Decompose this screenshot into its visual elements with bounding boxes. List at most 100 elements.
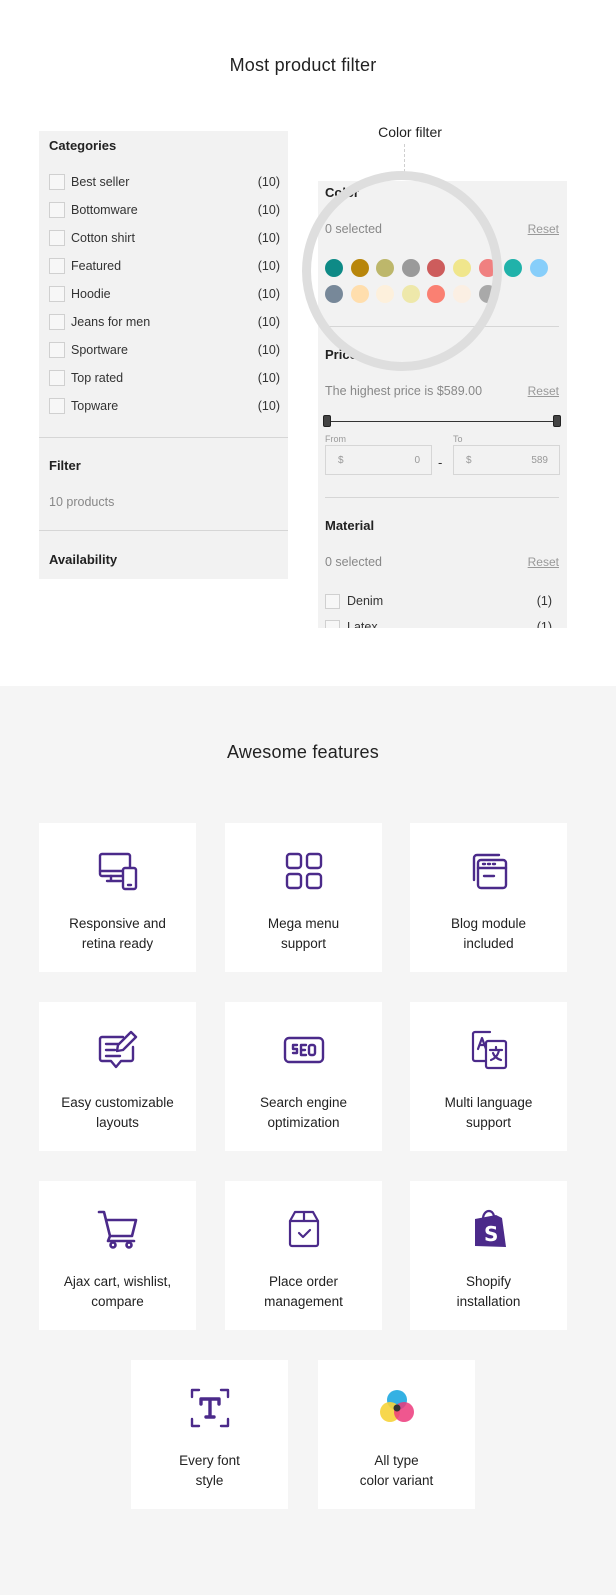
category-label: Featured	[71, 259, 122, 273]
categories-heading: Categories	[49, 138, 117, 153]
material-count: (1)	[536, 620, 552, 628]
material-reset-link[interactable]: Reset	[528, 555, 559, 569]
edit-message-icon	[39, 1029, 196, 1071]
feature-label: Place order management	[264, 1274, 343, 1309]
feature-label: Easy customizable layouts	[61, 1095, 174, 1130]
product-count: 10 products	[49, 495, 115, 509]
category-count: (10)	[257, 203, 280, 217]
category-item-cotton-shirt[interactable]: Cotton shirt (10)	[49, 228, 280, 248]
feature-label: Ajax cart, wishlist, compare	[63, 1274, 172, 1309]
category-checkbox[interactable]	[49, 202, 65, 218]
category-checkbox[interactable]	[49, 314, 65, 330]
category-checkbox[interactable]	[49, 174, 65, 190]
cart-icon	[39, 1208, 196, 1250]
category-label: Cotton shirt	[71, 231, 135, 245]
browser-window-icon	[410, 850, 567, 892]
features-section-title: Awesome features	[227, 742, 379, 762]
category-item-hoodie[interactable]: Hoodie (10)	[49, 284, 280, 304]
category-label: Bottomware	[71, 203, 138, 217]
color-reset-link[interactable]: Reset	[528, 222, 559, 236]
category-item-bottomware[interactable]: Bottomware (10)	[49, 200, 280, 220]
material-count: (1)	[536, 594, 552, 608]
price-to-input[interactable]: $ 589	[453, 445, 560, 475]
feature-card-seo: Search engine optimization	[225, 1002, 382, 1151]
material-heading: Material	[325, 518, 375, 533]
shopify-bag-icon: S	[410, 1208, 567, 1250]
material-checkbox[interactable]	[325, 619, 340, 628]
category-count: (10)	[257, 175, 280, 189]
devices-icon	[39, 850, 196, 892]
category-item-best-seller[interactable]: Best seller (10)	[49, 172, 280, 192]
category-label: Top rated	[71, 371, 124, 385]
material-checkbox[interactable]	[325, 593, 340, 609]
category-checkbox[interactable]	[49, 230, 65, 246]
callout-line	[404, 144, 405, 172]
category-label: Hoodie	[71, 287, 111, 301]
category-checkbox[interactable]	[49, 370, 65, 386]
feature-label: Multi language support	[444, 1095, 533, 1130]
box-check-icon	[225, 1208, 382, 1250]
feature-label: Blog module included	[450, 916, 527, 951]
feature-card-shopify: S Shopify installation	[410, 1181, 567, 1330]
divider	[325, 497, 559, 498]
feature-card-blog-module: Blog module included	[410, 823, 567, 972]
feature-card-font-style: Every font style	[131, 1360, 288, 1509]
category-item-sportware[interactable]: Sportware (10)	[49, 340, 280, 360]
color-swatch[interactable]	[504, 259, 523, 277]
category-label: Jeans for men	[71, 315, 151, 329]
feature-label: Responsive and retina ready	[69, 916, 166, 951]
feature-label: All type color variant	[359, 1453, 434, 1488]
categories-panel: Categories Best seller (10) Bottomware (…	[39, 131, 288, 579]
divider	[39, 437, 288, 438]
category-checkbox[interactable]	[49, 342, 65, 358]
category-count: (10)	[257, 371, 280, 385]
filter-section-title: Most product filter	[229, 55, 377, 75]
category-count: (10)	[257, 287, 280, 301]
material-item-denim[interactable]: Denim (1)	[325, 591, 552, 611]
divider	[39, 530, 288, 531]
category-count: (10)	[257, 343, 280, 357]
color-swatch[interactable]	[529, 259, 548, 277]
category-count: (10)	[257, 315, 280, 329]
feature-card-multi-language: Multi language support	[410, 1002, 567, 1151]
price-slider-min-handle[interactable]	[323, 415, 331, 427]
material-item-latex[interactable]: Latex (1)	[325, 617, 552, 628]
feature-card-customizable: Easy customizable layouts	[39, 1002, 196, 1151]
material-selected-count: 0 selected	[325, 555, 382, 569]
feature-card-color-variant: All type color variant	[318, 1360, 475, 1509]
price-from-label: From	[325, 434, 346, 444]
category-item-topware[interactable]: Topware (10)	[49, 396, 280, 416]
price-slider-max-handle[interactable]	[553, 415, 561, 427]
category-item-featured[interactable]: Featured (10)	[49, 256, 280, 276]
feature-label: Shopify installation	[456, 1274, 521, 1309]
price-slider-track[interactable]	[325, 421, 559, 422]
category-count: (10)	[257, 231, 280, 245]
price-reset-link[interactable]: Reset	[528, 384, 559, 398]
translate-icon	[410, 1029, 567, 1071]
category-label: Sportware	[71, 343, 128, 357]
color-filter-callout: Color filter	[378, 124, 442, 140]
price-to-label: To	[453, 434, 463, 444]
category-count: (10)	[257, 399, 280, 413]
category-item-jeans-for-men[interactable]: Jeans for men (10)	[49, 312, 280, 332]
category-checkbox[interactable]	[49, 398, 65, 414]
availability-heading[interactable]: Availability	[49, 552, 117, 567]
magnifier-circle	[302, 171, 502, 371]
seo-icon	[225, 1029, 382, 1071]
feature-card-responsive: Responsive and retina ready	[39, 823, 196, 972]
text-tool-icon	[131, 1387, 288, 1429]
svg-text:S: S	[484, 1222, 498, 1246]
price-from-input[interactable]: $ 0	[325, 445, 432, 475]
color-circles-icon	[318, 1387, 475, 1429]
price-to-value: 589	[531, 455, 548, 466]
category-checkbox[interactable]	[49, 286, 65, 302]
category-label: Best seller	[71, 175, 130, 189]
category-checkbox[interactable]	[49, 258, 65, 274]
price-separator: -	[438, 455, 443, 470]
highest-price-text: The highest price is $589.00	[325, 384, 483, 398]
feature-label: Search engine optimization	[259, 1095, 348, 1130]
filter-heading: Filter	[49, 458, 81, 473]
material-label: Latex	[347, 620, 378, 628]
category-item-top-rated[interactable]: Top rated (10)	[49, 368, 280, 388]
category-count: (10)	[257, 259, 280, 273]
